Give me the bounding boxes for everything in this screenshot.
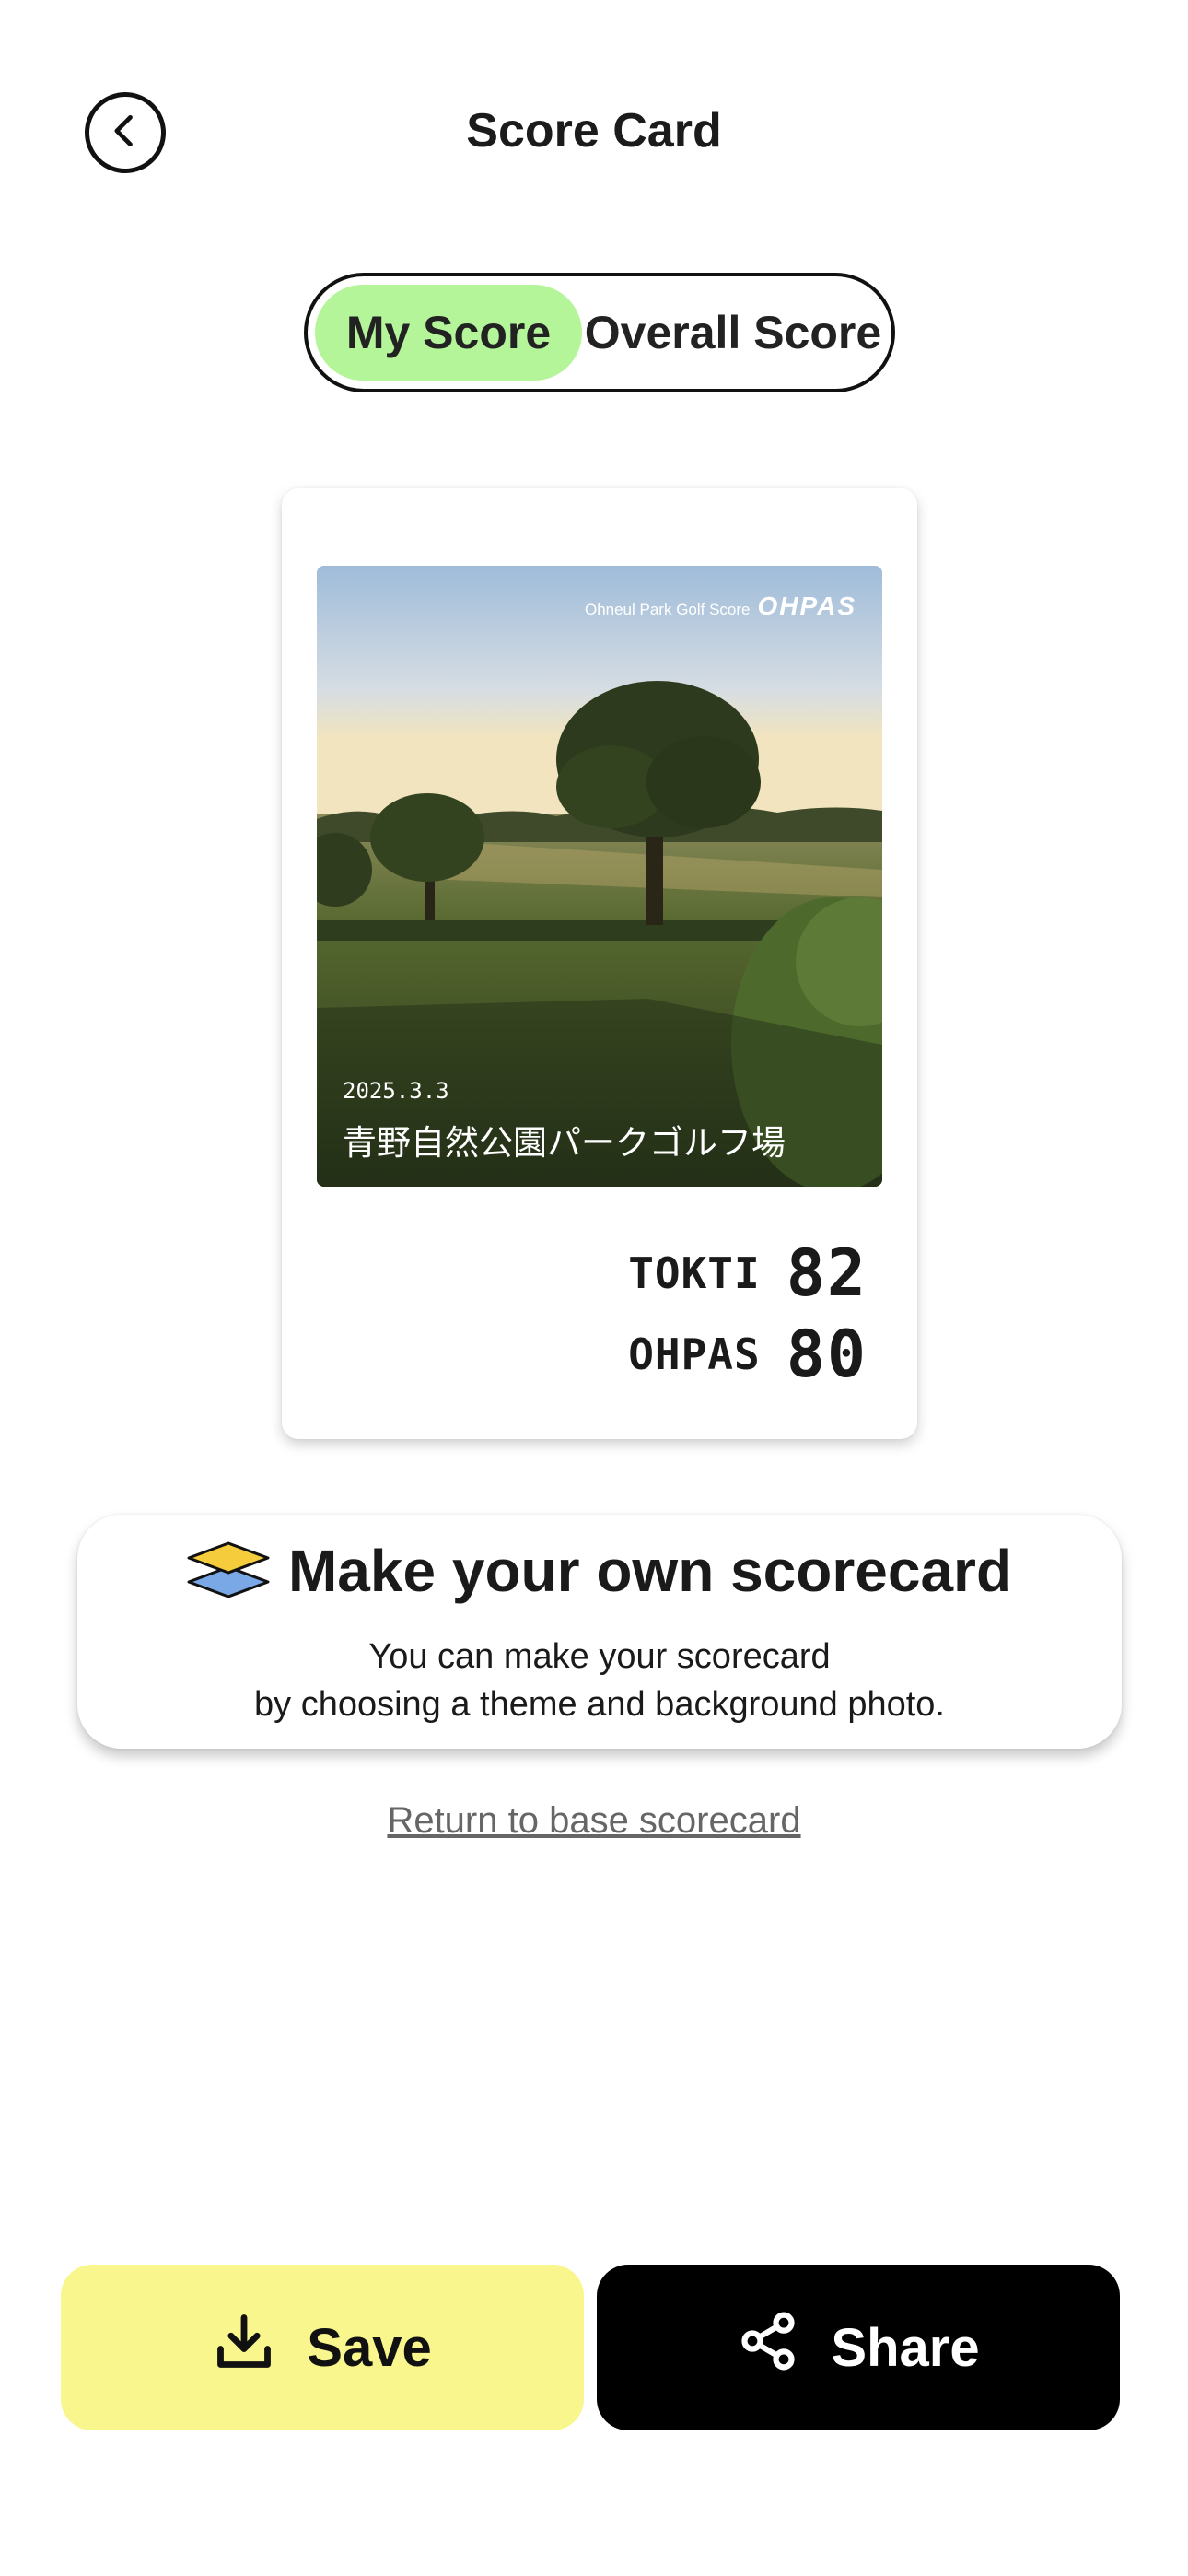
brand-text: Ohneul Park Golf Score xyxy=(584,601,751,618)
save-button[interactable]: Save xyxy=(61,2265,584,2430)
player-name: TOKTI xyxy=(628,1248,761,1298)
brand-watermark: Ohneul Park Golf Score OHPAS xyxy=(585,591,856,621)
score-list: TOKTI 82 OHPAS 80 xyxy=(481,1233,868,1395)
share-button[interactable]: Share xyxy=(597,2265,1120,2430)
banner-heading: Make your own scorecard xyxy=(77,1537,1122,1605)
tab-my-score[interactable]: My Score xyxy=(315,285,582,381)
layers-icon xyxy=(187,1540,270,1603)
background-photo: Ohneul Park Golf Score OHPAS 2025.3.3 青野… xyxy=(317,566,882,1187)
share-icon xyxy=(737,2310,799,2385)
round-date: 2025.3.3 xyxy=(343,1078,449,1104)
share-label: Share xyxy=(831,2317,980,2378)
player-score: 82 xyxy=(786,1235,868,1311)
return-to-base-link[interactable]: Return to base scorecard xyxy=(0,1800,1188,1842)
venue-name: 青野自然公園パークゴルフ場 xyxy=(343,1123,786,1163)
save-label: Save xyxy=(307,2317,432,2378)
tab-overall-score[interactable]: Overall Score xyxy=(582,285,884,381)
score-row: TOKTI 82 xyxy=(481,1233,868,1314)
banner-title: Make your own scorecard xyxy=(287,1538,1013,1604)
score-row: OHPAS 80 xyxy=(481,1314,868,1395)
banner-line-2: by choosing a theme and background photo… xyxy=(254,1685,945,1724)
banner-description: You can make your scorecard by choosing … xyxy=(77,1633,1122,1728)
banner-line-1: You can make your scorecard xyxy=(368,1637,831,1676)
download-icon xyxy=(213,2310,275,2385)
make-scorecard-banner[interactable]: Make your own scorecard You can make you… xyxy=(77,1515,1122,1749)
page-title: Score Card xyxy=(466,104,722,158)
score-type-toggle: My Score Overall Score xyxy=(304,273,895,392)
brand-logo: OHPAS xyxy=(757,591,856,620)
player-score: 80 xyxy=(786,1317,868,1392)
score-card-screen: Score Card My Score Overall Score Ohneul… xyxy=(0,0,1188,2576)
scorecard-preview: Ohneul Park Golf Score OHPAS 2025.3.3 青野… xyxy=(282,488,917,1439)
player-name: OHPAS xyxy=(628,1329,761,1379)
